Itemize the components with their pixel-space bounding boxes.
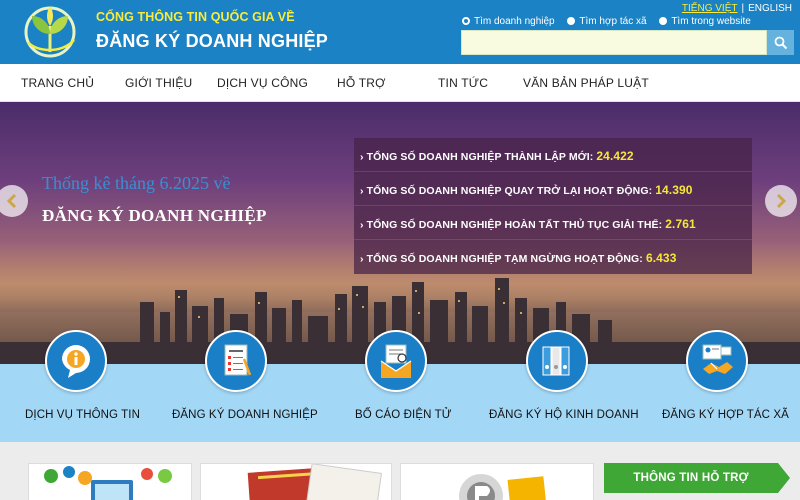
chevron-left-icon bbox=[6, 194, 17, 208]
radio-dot-selected bbox=[462, 17, 470, 25]
service-cooperative-button[interactable] bbox=[686, 330, 748, 392]
nav-public-services[interactable]: DỊCH VỤ CÔNG bbox=[217, 76, 308, 90]
hero-title: ĐĂNG KÝ DOANH NGHIỆP bbox=[42, 206, 267, 225]
news-card[interactable] bbox=[200, 463, 392, 500]
service-enterprise-label[interactable]: ĐĂNG KÝ DOANH NGHIỆP bbox=[172, 409, 318, 421]
search-icon bbox=[774, 36, 787, 49]
handshake-icon bbox=[702, 344, 733, 374]
lang-english-link[interactable]: ENGLISH bbox=[748, 3, 792, 14]
stat-text: › TỔNG SỐ DOANH NGHIỆP QUAY TRỞ LẠI HOẠT… bbox=[360, 183, 693, 197]
radio-dot bbox=[659, 17, 668, 25]
lang-vietnamese-link[interactable]: TIẾNG VIỆT bbox=[682, 3, 738, 14]
stat-text: › TỔNG SỐ DOANH NGHIỆP TẠM NGỪNG HOẠT ĐỘ… bbox=[360, 251, 676, 265]
service-household-business-button[interactable] bbox=[526, 330, 588, 392]
stat-label: › TỔNG SỐ DOANH NGHIỆP HOÀN TẤT THỦ TỤC … bbox=[360, 219, 663, 231]
stat-row[interactable]: › TỔNG SỐ DOANH NGHIỆP THÀNH LẬP MỚI: 24… bbox=[354, 138, 752, 172]
carousel-prev-button[interactable] bbox=[0, 185, 28, 217]
language-switcher: TIẾNG VIỆT | ENGLISH bbox=[682, 3, 792, 14]
online-services-image bbox=[44, 466, 172, 500]
certificate-document-image bbox=[247, 464, 382, 500]
service-info-label[interactable]: DỊCH VỤ THÔNG TIN bbox=[25, 409, 140, 421]
service-announcement-button[interactable] bbox=[365, 330, 427, 392]
stat-label: › TỔNG SỐ DOANH NGHIỆP TẠM NGỪNG HOẠT ĐỘ… bbox=[360, 253, 643, 265]
search-button[interactable] bbox=[767, 30, 794, 55]
radio-label: Tìm hợp tác xã bbox=[579, 16, 647, 27]
stat-row[interactable]: › TỔNG SỐ DOANH NGHIỆP TẠM NGỪNG HOẠT ĐỘ… bbox=[354, 240, 752, 274]
support-info-button[interactable]: THÔNG TIN HỖ TRỢ bbox=[604, 463, 778, 493]
radio-dot bbox=[567, 17, 576, 25]
nav-support[interactable]: HỖ TRỢ bbox=[337, 76, 386, 90]
news-card[interactable] bbox=[400, 463, 594, 500]
statistics-panel: › TỔNG SỐ DOANH NGHIỆP THÀNH LẬP MỚI: 24… bbox=[354, 138, 752, 274]
document-form-icon bbox=[224, 344, 252, 376]
portal-title[interactable]: ĐĂNG KÝ DOANH NGHIỆP bbox=[96, 31, 328, 52]
service-enterprise-button[interactable] bbox=[205, 330, 267, 392]
email-announcement-icon bbox=[380, 344, 412, 378]
hero-banner: Thống kê tháng 6.2025 về ĐĂNG KÝ DOANH N… bbox=[0, 102, 800, 364]
info-icon bbox=[62, 345, 90, 378]
stat-row[interactable]: › TỔNG SỐ DOANH NGHIỆP HOÀN TẤT THỦ TỤC … bbox=[354, 206, 752, 240]
stat-value: 6.433 bbox=[645, 251, 677, 265]
radio-search-cooperative[interactable]: Tìm hợp tác xã bbox=[567, 16, 647, 27]
service-household-business-label[interactable]: ĐĂNG KÝ HỘ KINH DOANH bbox=[489, 409, 639, 421]
lang-separator: | bbox=[741, 3, 745, 14]
hero-period-text: Thống kê tháng 6.2025 về bbox=[42, 173, 231, 193]
radio-search-enterprise[interactable]: Tìm doanh nghiệp bbox=[462, 16, 555, 27]
nav-news[interactable]: TIN TỨC bbox=[438, 76, 488, 90]
stat-value: 2.761 bbox=[665, 217, 696, 231]
stat-value: 24.422 bbox=[596, 149, 634, 163]
chevron-right-icon bbox=[776, 194, 787, 208]
portal-subtitle: CỔNG THÔNG TIN QUỐC GIA VỀ bbox=[96, 10, 295, 24]
service-announcement-label[interactable]: BỐ CÁO ĐIỆN TỬ bbox=[355, 409, 452, 421]
stat-value: 14.390 bbox=[655, 183, 693, 197]
carousel-next-button[interactable] bbox=[765, 185, 797, 217]
site-header: CỔNG THÔNG TIN QUỐC GIA VỀ ĐĂNG KÝ DOANH… bbox=[0, 0, 800, 64]
report-document-image bbox=[459, 474, 547, 500]
nav-about[interactable]: GIỚI THIỆU bbox=[125, 76, 192, 90]
support-button-arrow bbox=[778, 463, 790, 493]
stat-label: › TỔNG SỐ DOANH NGHIỆP THÀNH LẬP MỚI: bbox=[360, 151, 594, 163]
stat-text: › TỔNG SỐ DOANH NGHIỆP HOÀN TẤT THỦ TỤC … bbox=[360, 217, 696, 231]
radio-label: Tìm trong website bbox=[671, 16, 751, 27]
search-scope-radios: Tìm doanh nghiệp Tìm hợp tác xã Tìm tron… bbox=[462, 16, 761, 27]
stat-label: › TỔNG SỐ DOANH NGHIỆP QUAY TRỞ LẠI HOẠT… bbox=[360, 185, 653, 197]
service-cooperative-label[interactable]: ĐĂNG KÝ HỢP TÁC XÃ bbox=[662, 409, 789, 421]
stat-row[interactable]: › TỔNG SỐ DOANH NGHIỆP QUAY TRỞ LẠI HOẠT… bbox=[354, 172, 752, 206]
radio-search-website[interactable]: Tìm trong website bbox=[659, 16, 751, 27]
main-nav: TRANG CHỦ GIỚI THIỆU DỊCH VỤ CÔNG HỖ TRỢ… bbox=[0, 64, 800, 102]
radio-label: Tìm doanh nghiệp bbox=[474, 16, 555, 27]
search-input[interactable] bbox=[461, 30, 767, 55]
stat-text: › TỔNG SỐ DOANH NGHIỆP THÀNH LẬP MỚI: 24… bbox=[360, 149, 634, 163]
news-card[interactable] bbox=[28, 463, 192, 500]
nav-home[interactable]: TRANG CHỦ bbox=[21, 76, 94, 90]
service-info-button[interactable] bbox=[45, 330, 107, 392]
binders-icon bbox=[542, 346, 570, 376]
nav-legal-documents[interactable]: VĂN BẢN PHÁP LUẬT bbox=[523, 76, 649, 90]
logo-icon[interactable] bbox=[22, 4, 82, 60]
